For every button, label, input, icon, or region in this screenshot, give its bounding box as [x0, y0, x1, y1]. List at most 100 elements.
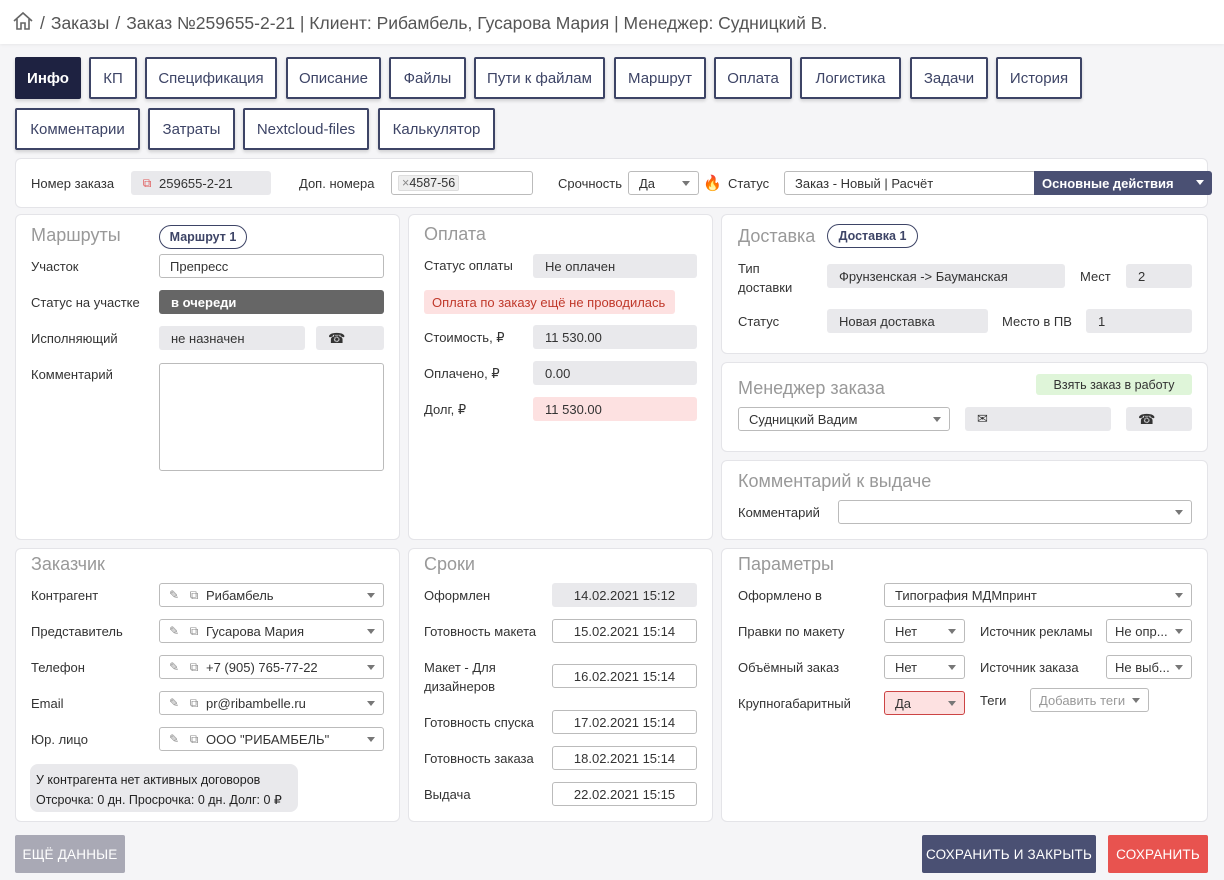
phone-select[interactable]: ✎ ⧉ +7 (905) 765-77-22: [159, 655, 384, 679]
issued-in-select[interactable]: Типография МДМпринт: [884, 583, 1192, 607]
order-source-select[interactable]: Не выб...: [1106, 655, 1192, 679]
legal-entity-label: Юр. лицо: [31, 732, 88, 747]
chevron-down-icon: [1196, 180, 1204, 185]
ad-source-select[interactable]: Не опр...: [1106, 619, 1192, 643]
delivery-1-pill[interactable]: Доставка 1: [827, 224, 918, 248]
edit-icon[interactable]: ✎: [166, 659, 182, 675]
order-status-field[interactable]: Заказ - Новый | Расчёт: [784, 171, 1036, 195]
manager-email-field[interactable]: ✉: [965, 407, 1111, 431]
layout-ready-input[interactable]: 15.02.2021 15:14: [552, 619, 697, 643]
bulk-order-select[interactable]: Нет: [884, 655, 965, 679]
tags-label: Теги: [980, 693, 1007, 708]
copy-icon[interactable]: ⧉: [186, 587, 202, 603]
places-field[interactable]: 2: [1126, 264, 1192, 288]
tab-payment[interactable]: Оплата: [714, 57, 792, 99]
contract-info-line: У контрагента нет активных договоров: [36, 773, 261, 787]
save-button[interactable]: СОХРАНИТЬ: [1108, 835, 1208, 873]
contractor-value: Рибамбель: [206, 587, 274, 603]
tab-route[interactable]: Маршрут: [614, 57, 706, 99]
places-value: 2: [1138, 268, 1146, 284]
tab-logistics[interactable]: Логистика: [800, 57, 901, 99]
created-field: 14.02.2021 15:12: [552, 583, 697, 607]
order-number-field[interactable]: ⧉ 259655-2-21: [131, 171, 271, 195]
breadcrumb-sep: /: [115, 13, 121, 33]
breadcrumb-orders-link[interactable]: Заказы: [51, 13, 109, 34]
copy-icon[interactable]: ⧉: [186, 659, 202, 675]
contractor-label: Контрагент: [31, 588, 99, 603]
breadcrumb: / Заказы / Заказ №259655-2-21 | Клиент: …: [12, 11, 827, 36]
tab-description[interactable]: Описание: [286, 57, 381, 99]
main-actions-label: Основные действия: [1042, 175, 1174, 191]
route-1-pill[interactable]: Маршрут 1: [159, 225, 247, 249]
representative-label: Представитель: [31, 624, 123, 639]
tab-calculator[interactable]: Калькулятор: [378, 108, 495, 150]
envelope-icon: ✉: [977, 411, 988, 426]
representative-select[interactable]: ✎ ⧉ Гусарова Мария: [159, 619, 384, 643]
pickup-place-field[interactable]: 1: [1086, 309, 1192, 333]
order-ready-input[interactable]: 18.02.2021 15:14: [552, 746, 697, 770]
payment-status-value: Не оплачен: [545, 258, 616, 274]
manager-phone-field[interactable]: ☎: [1126, 407, 1192, 431]
tags-placeholder: Добавить теги: [1039, 692, 1126, 708]
tags-select[interactable]: Добавить теги: [1030, 688, 1149, 712]
edit-icon[interactable]: ✎: [166, 623, 182, 639]
urgency-select[interactable]: Да: [628, 171, 699, 195]
more-data-button[interactable]: ЕЩЁ ДАННЫЕ: [15, 835, 125, 873]
payment-status-field: Не оплачен: [533, 254, 697, 278]
designers-layout-input[interactable]: 16.02.2021 15:14: [552, 664, 697, 688]
manager-title: Менеджер заказа: [738, 378, 885, 398]
issue-comment-select[interactable]: [838, 500, 1192, 524]
oversized-select[interactable]: Да: [884, 691, 965, 715]
tab-files[interactable]: Файлы: [389, 57, 466, 99]
tab-kp[interactable]: КП: [89, 57, 137, 99]
tab-info[interactable]: Инфо: [15, 57, 81, 99]
ad-source-value: Не опр...: [1115, 623, 1168, 639]
route-comment-textarea[interactable]: [159, 363, 384, 471]
tab-nextcloud-files[interactable]: Nextcloud-files: [243, 108, 369, 150]
routes-title: Маршруты: [31, 225, 121, 245]
designers-layout-value: 16.02.2021 15:14: [573, 668, 676, 684]
copy-icon[interactable]: ⧉: [186, 623, 202, 639]
delivery-type-field[interactable]: Фрунзенская -> Бауманская: [827, 264, 1065, 288]
executor-field[interactable]: не назначен: [159, 326, 305, 350]
payment-notice-text: Оплата по заказу ещё не проводилась: [432, 294, 666, 310]
issue-date-input[interactable]: 22.02.2021 15:15: [552, 782, 697, 806]
order-source-value: Не выб...: [1115, 659, 1170, 675]
layout-edits-select[interactable]: Нет: [884, 619, 965, 643]
extra-numbers-input[interactable]: ×4587-56: [391, 171, 533, 195]
breadcrumb-current-order: Заказ №259655-2-21 | Клиент: Рибамбель, …: [126, 13, 828, 33]
tab-specification[interactable]: Спецификация: [145, 57, 277, 99]
tab-tasks[interactable]: Задачи: [910, 57, 988, 99]
take-order-button[interactable]: Взять заказ в работу: [1036, 374, 1192, 395]
delivery-status-label: Статус: [738, 314, 780, 329]
tab-expenses[interactable]: Затраты: [148, 108, 235, 150]
legal-entity-select[interactable]: ✎ ⧉ ООО "РИБАМБЕЛЬ": [159, 727, 384, 751]
edit-icon[interactable]: ✎: [166, 695, 182, 711]
tab-history[interactable]: История: [996, 57, 1082, 99]
representative-value: Гусарова Мария: [206, 623, 305, 639]
area-label: Участок: [31, 259, 79, 274]
payment-notice: Оплата по заказу ещё не проводилась: [424, 290, 675, 314]
copy-icon[interactable]: ⧉: [139, 175, 155, 191]
main-actions-dropdown[interactable]: Основные действия: [1034, 171, 1212, 195]
tab-file-paths[interactable]: Пути к файлам: [474, 57, 605, 99]
edit-icon[interactable]: ✎: [166, 731, 182, 747]
copy-icon[interactable]: ⧉: [186, 695, 202, 711]
cost-label: Стоимость, ₽: [424, 330, 505, 345]
payment-title: Оплата: [424, 224, 486, 244]
home-icon[interactable]: [12, 11, 34, 36]
manager-select[interactable]: Судницкий Вадим: [738, 407, 950, 431]
executor-phone-field[interactable]: ☎: [316, 326, 384, 350]
descent-ready-input[interactable]: 17.02.2021 15:14: [552, 710, 697, 734]
copy-icon[interactable]: ⧉: [186, 731, 202, 747]
tab-comments[interactable]: Комментарии: [15, 108, 140, 150]
edit-icon[interactable]: ✎: [166, 587, 182, 603]
contractor-select[interactable]: ✎ ⧉ Рибамбель: [159, 583, 384, 607]
created-value: 14.02.2021 15:12: [573, 587, 676, 603]
save-and-close-button[interactable]: СОХРАНИТЬ И ЗАКРЫТЬ: [922, 835, 1096, 873]
area-field[interactable]: Препресс: [159, 254, 384, 278]
manager-value: Судницкий Вадим: [749, 411, 858, 427]
email-select[interactable]: ✎ ⧉ pr@ribambelle.ru: [159, 691, 384, 715]
status-label: Статус: [728, 176, 770, 191]
oversized-value: Да: [895, 695, 912, 711]
